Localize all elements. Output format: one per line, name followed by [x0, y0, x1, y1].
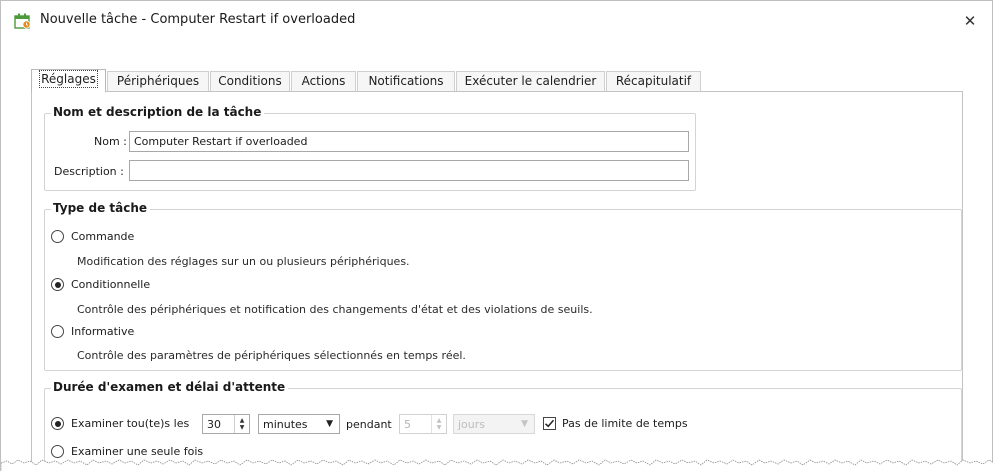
name-description-group-title: Nom et description de la tâche	[51, 105, 265, 119]
tab-peripheriques[interactable]: Périphériques	[107, 71, 209, 91]
radio-examine-every[interactable]	[51, 417, 64, 430]
radio-commande[interactable]	[51, 230, 64, 243]
tab-strip: Réglages Périphériques Conditions Action…	[31, 69, 731, 92]
settings-tab-panel: Nom et description de la tâche Nom : Com…	[31, 91, 963, 471]
informative-description: Contrôle des paramètres de périphériques…	[77, 349, 466, 362]
task-dialog-window: Nouvelle tâche - Computer Restart if ove…	[0, 0, 993, 471]
name-description-group: Nom et description de la tâche Nom : Com…	[44, 105, 696, 191]
torn-edge-decoration	[1, 459, 993, 471]
stepper-arrows-icon[interactable]: ▲ ▼	[234, 415, 249, 433]
task-type-group: Type de tâche Commande Modification des …	[44, 201, 962, 371]
close-button[interactable]: ✕	[955, 8, 985, 34]
tab-recapitulatif[interactable]: Récapitulatif	[606, 71, 701, 91]
interval-stepper[interactable]: 30 ▲ ▼	[202, 414, 250, 434]
no-time-limit-label: Pas de limite de temps	[562, 417, 688, 430]
name-input[interactable]: Computer Restart if overloaded	[129, 131, 689, 152]
description-label: Description :	[54, 165, 124, 178]
tab-conditions[interactable]: Conditions	[210, 71, 290, 91]
close-icon: ✕	[963, 12, 977, 30]
examine-once-label: Examiner une seule fois	[71, 445, 204, 458]
radio-conditionnelle[interactable]	[51, 278, 64, 291]
conditionnelle-description: Contrôle des périphériques et notificati…	[77, 303, 593, 316]
stepper-arrows-icon[interactable]: ▲ ▼	[431, 415, 446, 433]
radio-informative-label: Informative	[71, 325, 135, 338]
interval-unit-select[interactable]: minutes ▼	[258, 414, 340, 434]
description-input[interactable]	[129, 160, 689, 181]
tab-actions[interactable]: Actions	[291, 71, 356, 91]
duration-group-title: Durée d'examen et délai d'attente	[51, 380, 289, 394]
chevron-down-icon: ▼	[521, 419, 528, 429]
tab-notifications[interactable]: Notifications	[357, 71, 455, 91]
window-title: Nouvelle tâche - Computer Restart if ove…	[40, 12, 356, 27]
task-type-group-title: Type de tâche	[51, 201, 151, 215]
radio-conditionnelle-label: Conditionnelle	[71, 278, 151, 291]
radio-examine-once[interactable]	[51, 445, 64, 458]
task-app-icon	[14, 13, 32, 29]
name-label: Nom :	[94, 135, 127, 148]
chevron-down-icon: ▼	[326, 419, 333, 429]
radio-informative[interactable]	[51, 325, 64, 338]
examine-every-label: Examiner tou(te)s les	[71, 417, 190, 430]
no-time-limit-checkbox[interactable]	[543, 417, 556, 430]
commande-description: Modification des réglages sur un ou plus…	[77, 255, 410, 268]
duration-stepper[interactable]: 5 ▲ ▼	[399, 414, 447, 434]
duration-unit-select[interactable]: jours ▼	[453, 414, 535, 434]
tab-executer-calendrier[interactable]: Exécuter le calendrier	[456, 71, 605, 91]
radio-commande-label: Commande	[71, 230, 135, 243]
tab-reglages[interactable]: Réglages	[31, 69, 106, 92]
title-bar: Nouvelle tâche - Computer Restart if ove…	[1, 1, 992, 39]
during-label: pendant	[346, 418, 392, 431]
